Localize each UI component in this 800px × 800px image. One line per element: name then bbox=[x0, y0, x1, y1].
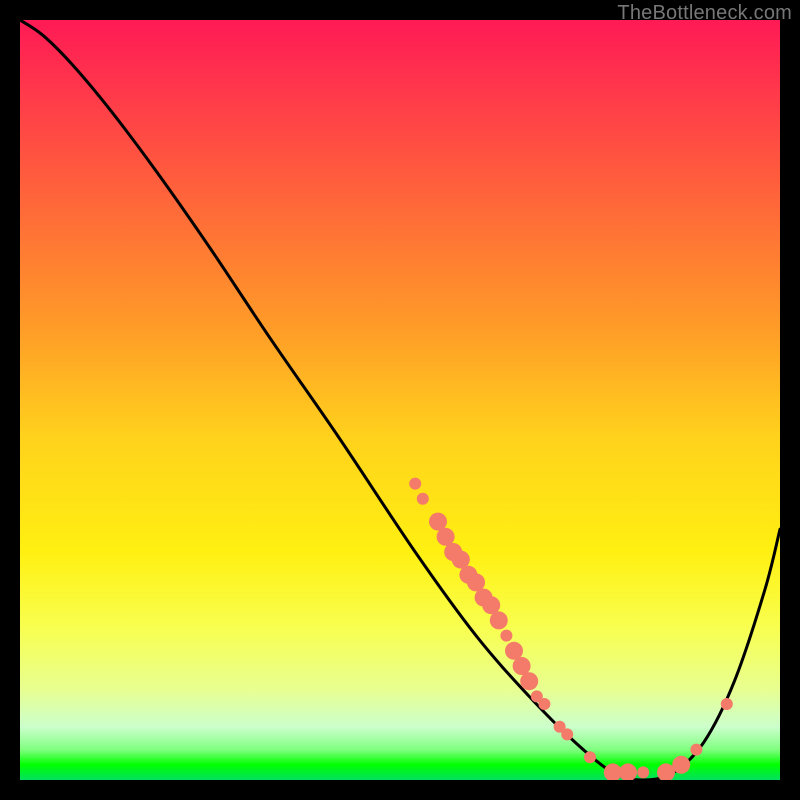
data-marker bbox=[520, 672, 538, 690]
data-marker bbox=[584, 751, 596, 763]
watermark-text: TheBottleneck.com bbox=[617, 2, 792, 25]
chart-svg-overlay bbox=[20, 20, 780, 780]
data-marker bbox=[619, 763, 637, 780]
data-marker bbox=[637, 766, 649, 778]
data-marker bbox=[690, 744, 702, 756]
data-marker bbox=[417, 493, 429, 505]
data-marker bbox=[500, 630, 512, 642]
data-marker bbox=[490, 611, 508, 629]
bottleneck-curve bbox=[20, 20, 780, 780]
data-marker bbox=[409, 478, 421, 490]
data-marker bbox=[672, 756, 690, 774]
data-marker bbox=[561, 728, 573, 740]
marker-group bbox=[409, 478, 733, 780]
data-marker bbox=[538, 698, 550, 710]
data-marker bbox=[721, 698, 733, 710]
chart-container: TheBottleneck.com bbox=[0, 0, 800, 800]
